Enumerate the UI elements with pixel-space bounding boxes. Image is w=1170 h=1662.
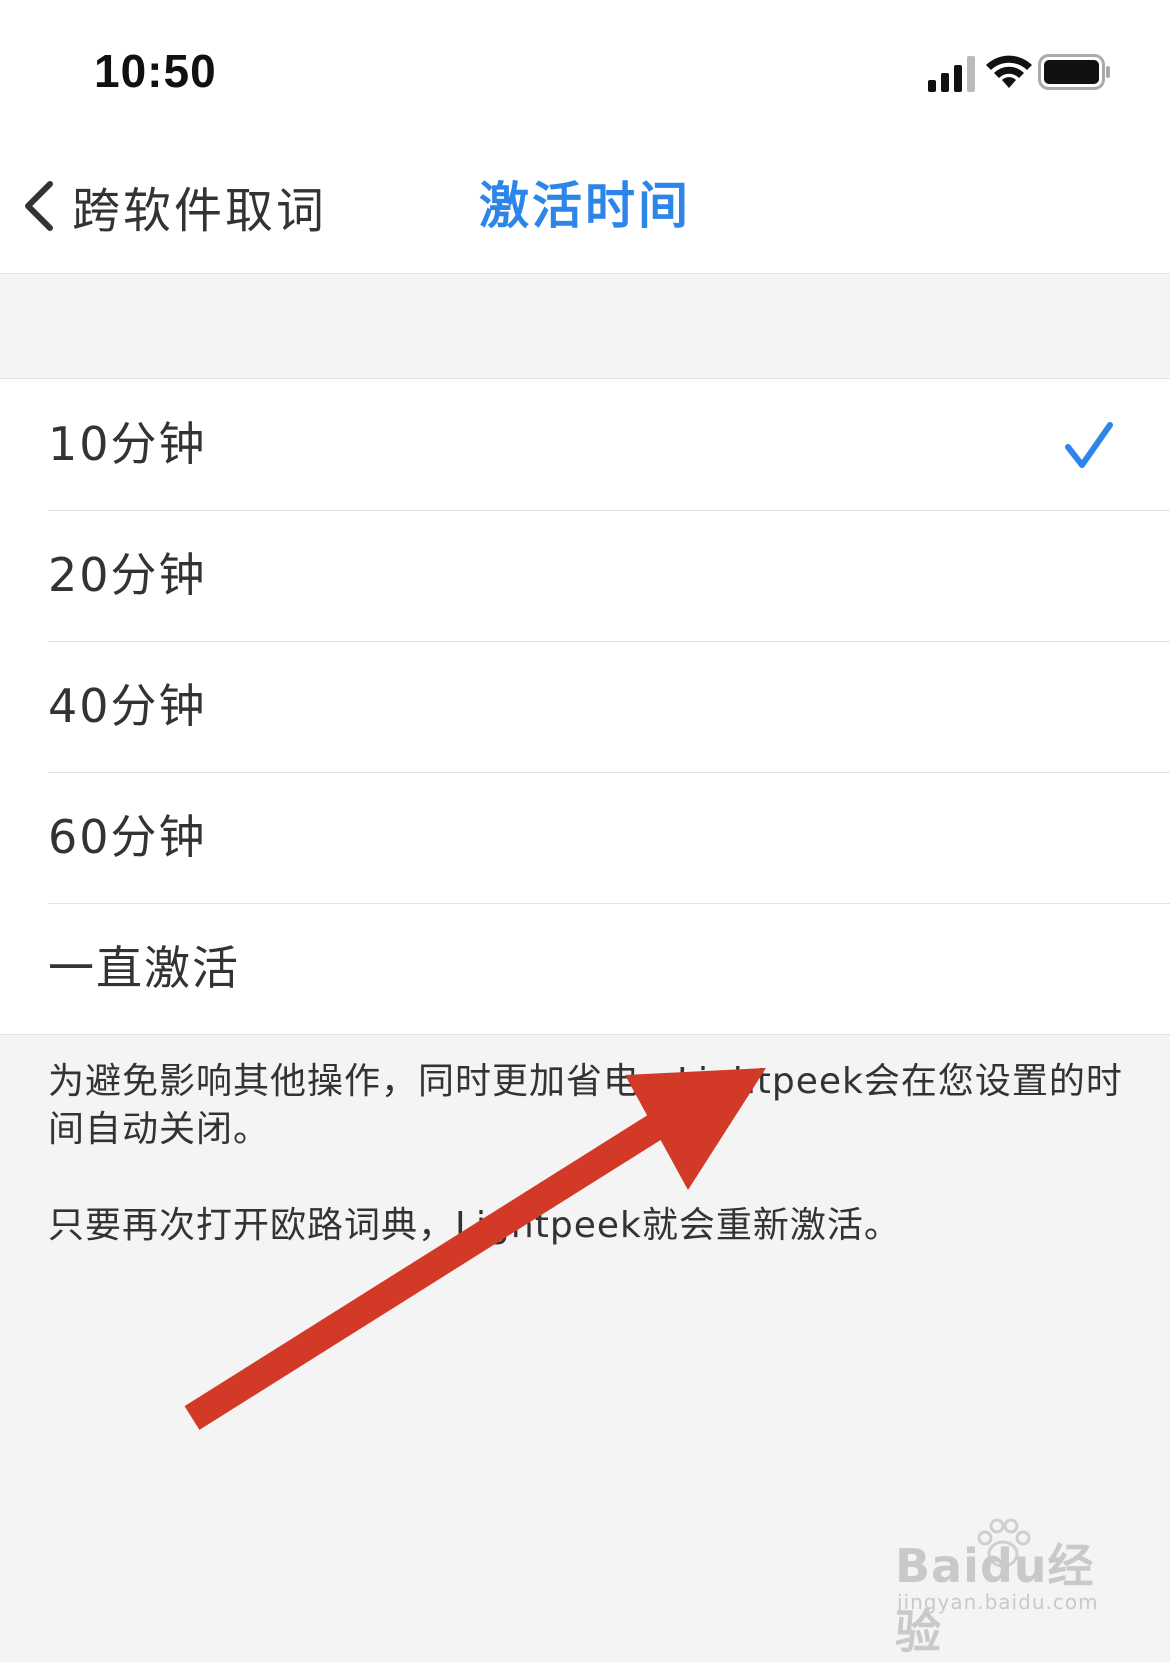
option-label: 60分钟 bbox=[48, 810, 207, 864]
footer-notes: 为避免影响其他操作，同时更加省电，Lightpeek会在您设置的时间自动关闭。 … bbox=[48, 1058, 1128, 1250]
footer-note-auto-close: 为避免影响其他操作，同时更加省电，Lightpeek会在您设置的时间自动关闭。 bbox=[48, 1061, 1123, 1150]
checkmark-icon bbox=[1065, 422, 1113, 468]
option-60-min[interactable]: 60分钟 bbox=[0, 772, 1170, 903]
option-20-min[interactable]: 20分钟 bbox=[0, 510, 1170, 641]
option-label: 10分钟 bbox=[48, 417, 207, 471]
status-bar: 10:50 bbox=[0, 0, 1170, 140]
option-label: 40分钟 bbox=[48, 679, 207, 733]
option-label: 一直激活 bbox=[48, 941, 240, 995]
nav-bar: 跨软件取词 激活时间 bbox=[0, 140, 1170, 274]
watermark-url: jingyan.baidu.com bbox=[897, 1590, 1099, 1614]
page-title: 激活时间 bbox=[479, 177, 691, 235]
option-always-active[interactable]: 一直激活 bbox=[0, 903, 1170, 1034]
signal-icon bbox=[928, 56, 975, 92]
status-time: 10:50 bbox=[94, 45, 217, 97]
footer-note-reactivate: 只要再次打开欧路词典，Lightpeek就会重新激活。 bbox=[48, 1205, 901, 1246]
option-label: 20分钟 bbox=[48, 548, 207, 602]
wifi-icon bbox=[986, 55, 1032, 88]
option-10-min[interactable]: 10分钟 bbox=[0, 379, 1170, 510]
watermark: Baidu经验 jingyan.baidu.com bbox=[895, 1518, 1135, 1659]
option-40-min[interactable]: 40分钟 bbox=[0, 641, 1170, 772]
battery-icon bbox=[1038, 54, 1110, 90]
section-spacer bbox=[0, 274, 1170, 379]
options-list: 10分钟 20分钟 40分钟 60分钟 一直激活 bbox=[0, 379, 1170, 1035]
